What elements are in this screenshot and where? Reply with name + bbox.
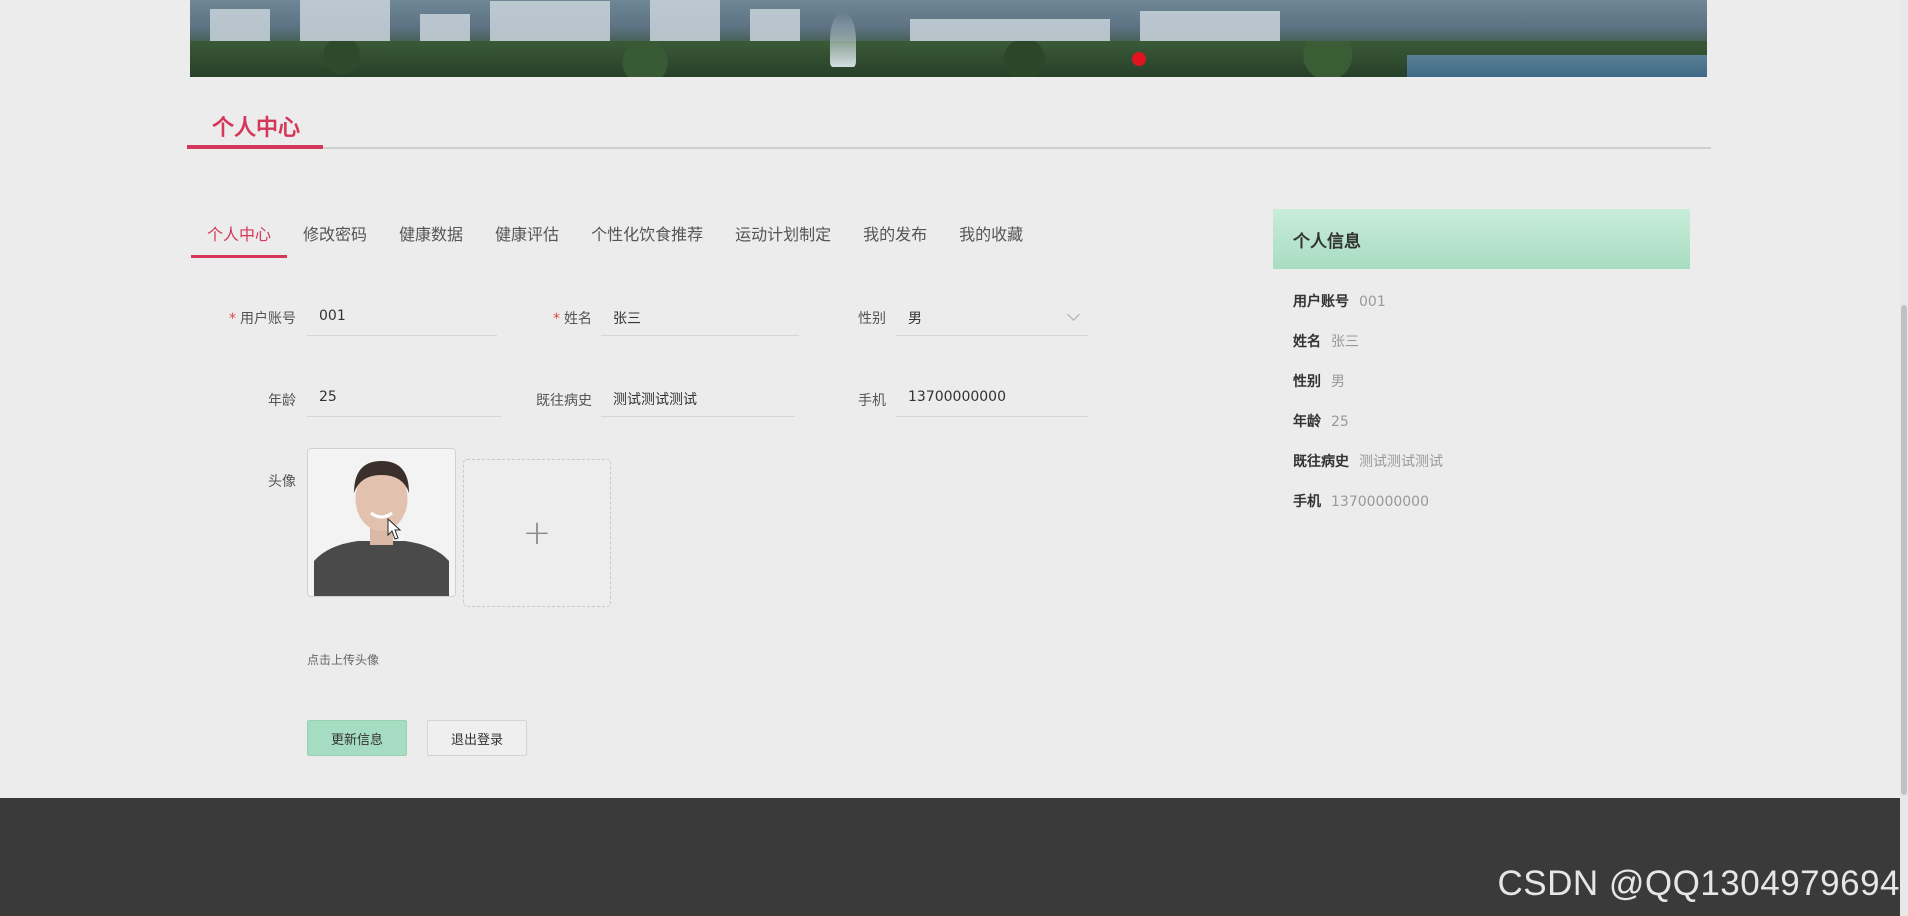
info-value: 张三 bbox=[1331, 334, 1359, 350]
tab-health-assessment[interactable]: 健康评估 bbox=[495, 218, 559, 258]
avatar-label: 头像 bbox=[268, 474, 296, 490]
avatar-upload-button[interactable]: + bbox=[463, 459, 611, 607]
page-scrollbar[interactable] bbox=[1900, 0, 1908, 916]
info-row-age: 年龄 25 bbox=[1293, 411, 1349, 431]
info-value: 测试测试测试 bbox=[1359, 454, 1443, 470]
info-value: 13700000000 bbox=[1331, 494, 1429, 510]
hero-banner bbox=[190, 0, 1707, 77]
csdn-watermark: CSDN @QQ1304979694 bbox=[1497, 864, 1900, 903]
gender-select[interactable]: 男 bbox=[896, 300, 1088, 336]
account-label: * 用户账号 bbox=[196, 308, 296, 328]
logout-button[interactable]: 退出登录 bbox=[427, 720, 527, 756]
update-info-button[interactable]: 更新信息 bbox=[307, 720, 407, 756]
avatar-preview[interactable] bbox=[307, 448, 456, 597]
name-input[interactable]: 张三 bbox=[601, 300, 799, 336]
history-input[interactable]: 测试测试测试 bbox=[601, 381, 795, 417]
info-key: 性别 bbox=[1293, 374, 1321, 390]
plus-icon: + bbox=[522, 513, 552, 553]
info-panel-title: 个人信息 bbox=[1273, 209, 1690, 269]
chevron-down-icon bbox=[1067, 308, 1080, 321]
tab-diet-recommendation[interactable]: 个性化饮食推荐 bbox=[591, 218, 703, 258]
info-key: 既往病史 bbox=[1293, 454, 1349, 470]
avatar-photo bbox=[308, 449, 455, 596]
tab-exercise-plan[interactable]: 运动计划制定 bbox=[735, 218, 831, 258]
tab-change-password[interactable]: 修改密码 bbox=[303, 218, 367, 258]
age-label: 年龄 bbox=[268, 393, 296, 409]
info-value: 001 bbox=[1359, 294, 1386, 310]
water-area bbox=[1407, 55, 1707, 77]
info-key: 手机 bbox=[1293, 494, 1321, 510]
account-input[interactable]: 001 bbox=[307, 300, 497, 336]
tab-my-favorites[interactable]: 我的收藏 bbox=[959, 218, 1023, 258]
age-input[interactable]: 25 bbox=[307, 381, 501, 417]
upload-hint: 点击上传头像 bbox=[307, 653, 380, 667]
tab-profile-center[interactable]: 个人中心 bbox=[190, 218, 288, 258]
info-key: 年龄 bbox=[1293, 414, 1321, 430]
name-label-text: 姓名 bbox=[564, 311, 592, 327]
info-value: 男 bbox=[1331, 374, 1345, 390]
tab-my-posts[interactable]: 我的发布 bbox=[863, 218, 927, 258]
info-key: 姓名 bbox=[1293, 334, 1321, 350]
phone-label: 手机 bbox=[858, 393, 886, 409]
required-mark: * bbox=[229, 311, 236, 327]
section-title-underline bbox=[187, 145, 323, 149]
info-row-history: 既往病史 测试测试测试 bbox=[1293, 451, 1443, 471]
info-value: 25 bbox=[1331, 414, 1349, 430]
account-label-text: 用户账号 bbox=[240, 311, 296, 327]
section-divider bbox=[187, 147, 1711, 149]
profile-tabs: 个人中心 修改密码 健康数据 健康评估 个性化饮食推荐 运动计划制定 我的发布 … bbox=[190, 218, 1055, 258]
required-mark: * bbox=[553, 311, 560, 327]
phone-input[interactable]: 13700000000 bbox=[896, 381, 1088, 417]
info-row-gender: 性别男 bbox=[1293, 371, 1345, 391]
gender-select-value: 男 bbox=[908, 311, 922, 327]
history-label: 既往病史 bbox=[536, 393, 592, 409]
info-row-account: 用户账号 001 bbox=[1293, 291, 1386, 311]
name-label: * 姓名 bbox=[520, 308, 592, 328]
scrollbar-thumb[interactable] bbox=[1901, 305, 1907, 795]
fountain bbox=[830, 12, 856, 67]
section-title: 个人中心 bbox=[212, 116, 301, 141]
tab-health-data[interactable]: 健康数据 bbox=[399, 218, 463, 258]
info-row-name: 姓名 张三 bbox=[1293, 331, 1359, 351]
info-key: 用户账号 bbox=[1293, 294, 1349, 310]
gender-label: 性别 bbox=[858, 311, 886, 327]
carousel-indicator-dot[interactable] bbox=[1132, 52, 1146, 66]
info-row-phone: 手机 13700000000 bbox=[1293, 491, 1429, 511]
